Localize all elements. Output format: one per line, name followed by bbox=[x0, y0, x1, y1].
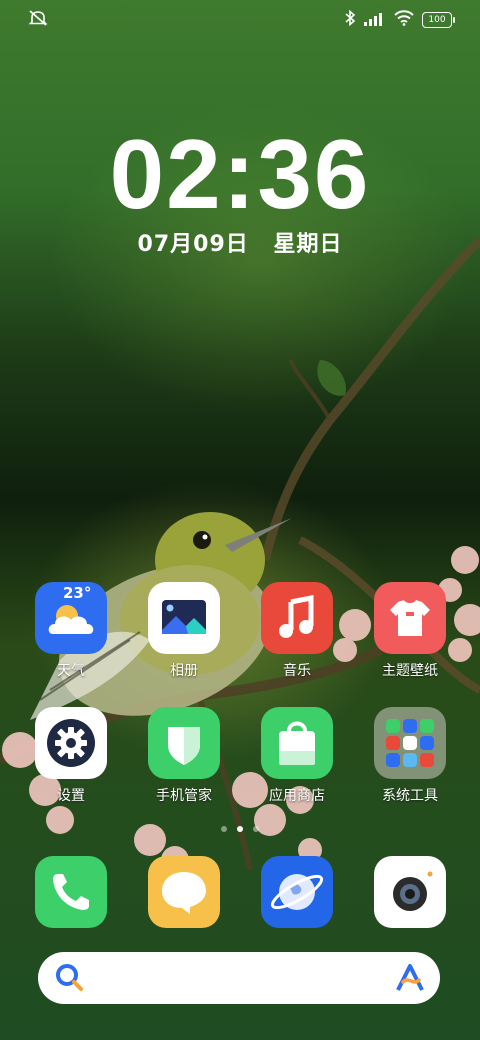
app-folder-system-tools[interactable]: 系统工具 bbox=[355, 707, 465, 805]
settings-icon bbox=[35, 707, 107, 779]
dock-phone[interactable] bbox=[35, 856, 107, 928]
camera-icon bbox=[393, 871, 433, 911]
app-music[interactable]: 音乐 bbox=[242, 582, 352, 680]
theme-icon bbox=[374, 582, 446, 654]
page-dot-active[interactable] bbox=[237, 826, 243, 832]
dock-browser[interactable] bbox=[261, 856, 333, 928]
dock-messages[interactable] bbox=[148, 856, 220, 928]
folder-icon bbox=[374, 707, 446, 779]
wifi-icon bbox=[394, 10, 414, 30]
phone-icon bbox=[53, 874, 89, 910]
messages-icon bbox=[162, 872, 206, 914]
clock-date: 07月09日 星期日 bbox=[0, 226, 480, 258]
app-label: 主题壁纸 bbox=[382, 663, 438, 679]
weekday-text: 星期日 bbox=[273, 232, 343, 257]
search-bar[interactable] bbox=[38, 952, 440, 1004]
app-label: 手机管家 bbox=[156, 788, 212, 804]
app-store-icon bbox=[261, 707, 333, 779]
music-icon bbox=[261, 582, 333, 654]
date-text: 07月09日 bbox=[137, 232, 249, 257]
app-settings[interactable]: 设置 bbox=[16, 707, 126, 805]
bluetooth-icon bbox=[344, 9, 356, 31]
page-dot[interactable] bbox=[253, 826, 259, 832]
status-bar: 100 bbox=[28, 8, 455, 32]
app-label: 相册 bbox=[170, 663, 198, 679]
app-label: 应用商店 bbox=[269, 788, 325, 804]
app-label: 系统工具 bbox=[382, 788, 438, 804]
assistant-icon[interactable] bbox=[394, 962, 426, 994]
dock-camera[interactable] bbox=[374, 856, 446, 928]
app-label: 天气 bbox=[57, 663, 85, 679]
clock-time[interactable]: 02:36 bbox=[0, 118, 480, 231]
signal-icon bbox=[364, 11, 386, 30]
app-label: 音乐 bbox=[283, 663, 311, 679]
app-themes[interactable]: 主题壁纸 bbox=[355, 582, 465, 680]
app-gallery[interactable]: 相册 bbox=[129, 582, 239, 680]
phone-manager-icon bbox=[148, 707, 220, 779]
page-indicator[interactable] bbox=[0, 826, 480, 832]
app-label: 设置 bbox=[57, 788, 85, 804]
mute-icon bbox=[28, 9, 48, 31]
app-store[interactable]: 应用商店 bbox=[242, 707, 352, 805]
app-weather[interactable]: 23° 天气 bbox=[16, 582, 126, 680]
app-phone-manager[interactable]: 手机管家 bbox=[129, 707, 239, 805]
weather-icon: 23° bbox=[35, 582, 107, 654]
gallery-icon bbox=[148, 582, 220, 654]
browser-icon bbox=[270, 874, 324, 910]
page-dot[interactable] bbox=[221, 826, 227, 832]
battery-icon: 100 bbox=[422, 12, 455, 28]
search-icon[interactable] bbox=[54, 962, 86, 994]
